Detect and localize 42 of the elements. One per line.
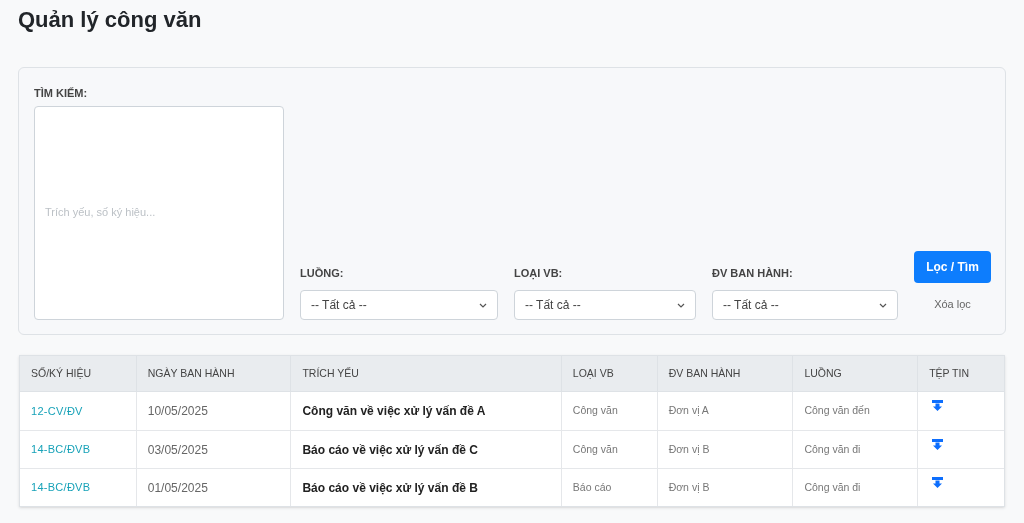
chevron-down-icon [677,302,685,308]
page-title: Quản lý công văn [18,6,203,34]
table-cell-text: Báo cáo về việc xử lý vấn đề C [302,441,478,459]
table-cell-text: 10/05/2025 [147,403,208,420]
download-icon[interactable] [932,477,944,489]
column-header: LOẠI VB [560,356,657,391]
filter-select[interactable]: -- Tất cả -- [514,290,696,320]
search-field[interactable]: Trích yếu, số ký hiệu... [34,106,284,320]
table-cell-text: Đơn vị B [668,441,710,457]
column-header: ĐV BAN HÀNH [656,356,793,391]
column-header: TỆP TIN [917,356,1004,391]
column-header: NGÀY BAN HÀNH [135,356,291,391]
download-icon[interactable] [932,439,944,451]
table-cell-text: Công văn đi [804,441,861,457]
table-cell-text: Công văn [572,441,618,457]
column-header: TRÍCH YẾU [290,356,561,391]
table-cell-text: 03/05/2025 [147,441,208,459]
filter-select[interactable]: -- Tất cả -- [300,290,498,320]
download-icon[interactable] [932,400,944,412]
table-cell: Công văn [572,403,618,419]
column-header: SỐ/KÝ HIỆU [30,365,93,381]
table-cell: Công văn đến [804,403,870,419]
chevron-down-icon [879,302,887,308]
table-cell-text: Công văn đi [804,479,861,495]
table-cell-text: Báo cáo về việc xử lý vấn đề B [302,479,478,497]
column-header: LUỒNG [792,356,918,391]
filter-button[interactable]: Lọc / Tìm [914,251,991,283]
chevron-down-icon [479,302,487,308]
filter-label: LOẠI VB: [514,265,564,281]
table-cell-text: Báo cáo [572,479,612,495]
table-cell-text: Đơn vị B [668,479,710,495]
filter-label: ĐV BAN HÀNH: [712,265,794,281]
table-cell-text: 01/05/2025 [147,479,208,497]
filter-label: LUỒNG: [300,265,345,281]
document-number-link[interactable]: 14-BC/ĐVB [31,479,91,496]
document-number-link[interactable]: 12-CV/ĐV [31,402,83,420]
filter-select[interactable]: -- Tất cả -- [712,290,898,320]
document-number-link[interactable]: 14-BC/ĐVB [31,441,91,458]
table-cell: Đơn vị A [668,403,709,419]
clear-filter-link[interactable]: Xóa lọc [934,296,971,313]
search-label: TÌM KIẾM: [34,86,89,101]
table-cell-text: Công văn về việc xử lý vấn đề A [302,403,486,420]
